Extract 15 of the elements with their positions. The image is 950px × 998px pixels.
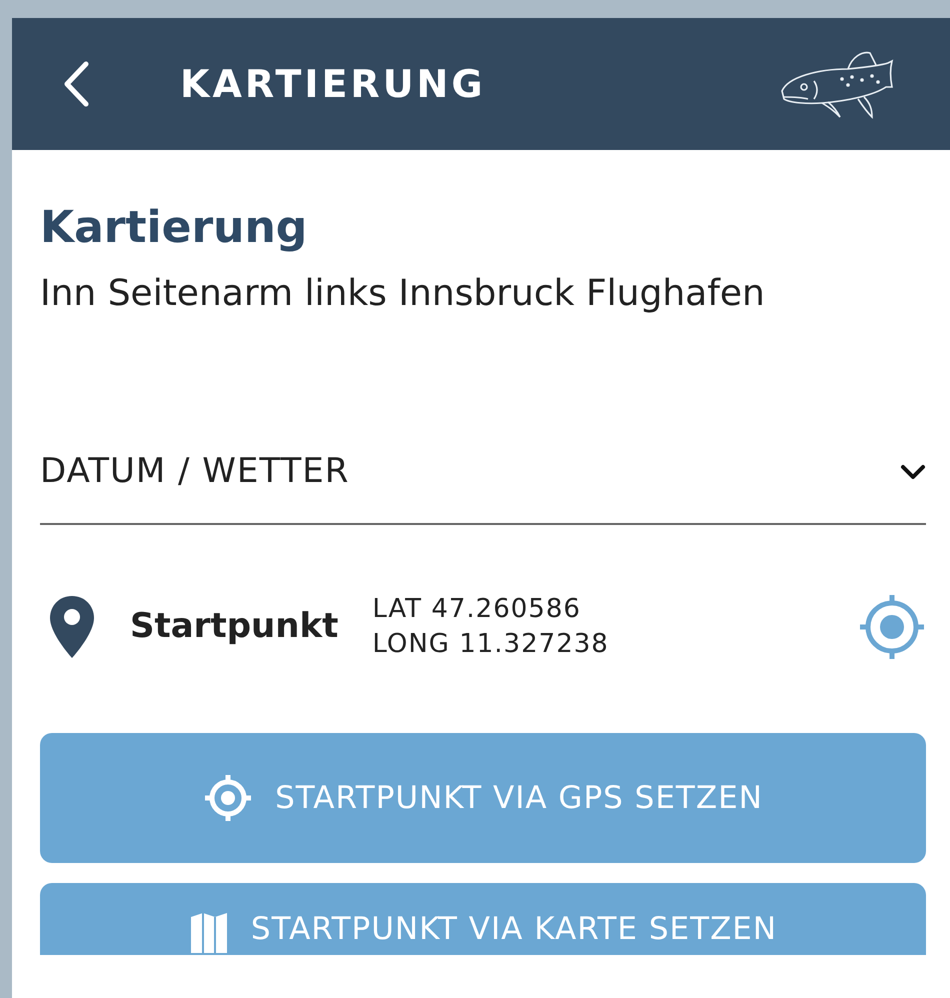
map-startpoint-button[interactable]: STARTPUNKT VIA KARTE SETZEN [40,882,926,955]
header-title: KARTIERUNG [180,60,486,108]
map-pin-icon [48,594,96,660]
locate-icon[interactable] [858,592,926,661]
back-icon[interactable] [62,61,90,107]
longitude-text: LONG 11.327238 [372,628,609,661]
gps-startpoint-button[interactable]: STARTPUNKT VIA GPS SETZEN [40,732,926,863]
startpoint-label: Startpunkt [130,605,338,648]
page-title: Kartierung [40,202,308,255]
target-icon [203,772,254,823]
accordion-header[interactable]: DATUM / WETTER [40,420,926,525]
map-icon [188,910,229,953]
chevron-icon [900,464,926,480]
page-subtitle: Inn Seitenarm links Innsbruck Flughafen [40,272,766,316]
latitude-text: LAT 47.260586 [372,592,582,626]
